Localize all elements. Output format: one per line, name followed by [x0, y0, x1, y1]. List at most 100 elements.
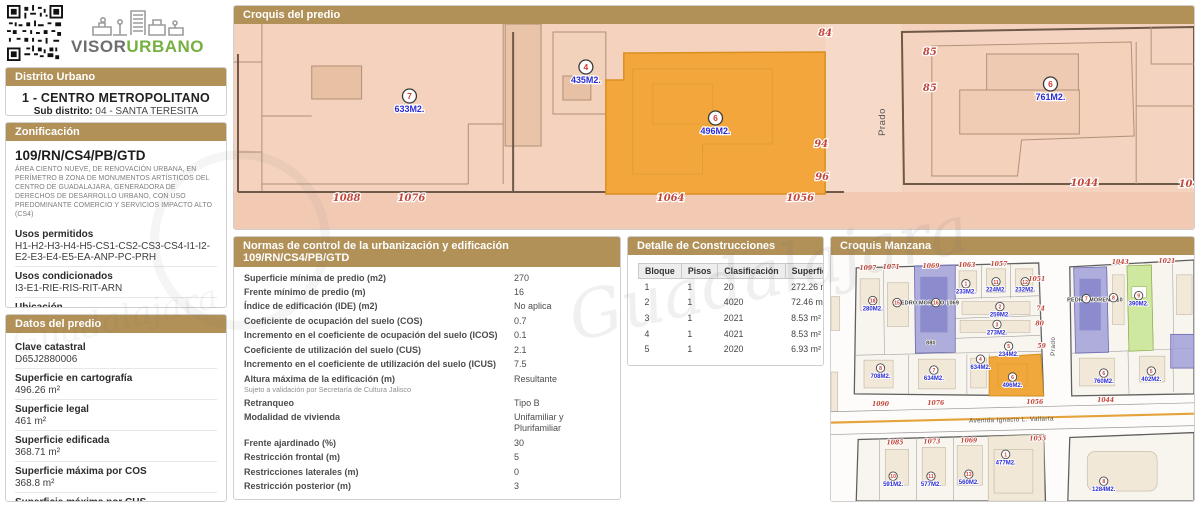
parcel-area: 760M2.: [1094, 378, 1114, 385]
norma-value: 0.7: [514, 316, 527, 327]
norma-label: Coeficiente de ocupación del suelo (COS): [244, 316, 514, 327]
cell-bloque: 1: [639, 279, 682, 295]
parcel-marker-8-right: 8: [1109, 293, 1117, 302]
norma-label: Frente mínimo de predio (m): [244, 287, 514, 298]
parcel-number: 9: [1137, 294, 1140, 300]
croquis-manzana-map: PEDRO MORENO 1069 PEDRO MORENO 10 880 Pr…: [831, 255, 1194, 501]
parcel-number: 4: [979, 357, 982, 363]
street-number: 59: [1037, 343, 1046, 350]
parcel-number: 12: [1022, 280, 1028, 286]
norma-label: Incremento en el coeficiente de ocupació…: [244, 330, 514, 341]
construcciones-header-row: Bloque Pisos Clasificación Superficie: [639, 264, 825, 279]
building-number-label: 880: [926, 340, 936, 346]
cell-bloque: 4: [639, 326, 682, 342]
street-number: 1043: [1112, 259, 1130, 266]
qr-code-icon: [7, 5, 63, 61]
parcel-area: 273M2.: [987, 329, 1007, 336]
street-address-label: PEDRO MORENO 1069: [897, 301, 959, 307]
dato-predio-item: Superficie máxima por COS 368.8 m²: [15, 461, 217, 492]
norma-value: 3: [514, 481, 519, 492]
norma-label: Incremento en el coeficiente de utilizac…: [244, 359, 514, 370]
dato-value: 368.71 m²: [15, 447, 217, 458]
table-row: 2 1 4020 72.46 m²: [639, 295, 825, 311]
parcel-number: 6: [1011, 375, 1014, 381]
croquis-predio-header: Croquis del predio: [234, 6, 1194, 24]
datos-predio-body: Clave catastral D65J2880006 Superficie e…: [6, 333, 226, 502]
street-number: 84: [818, 28, 832, 39]
parcel-number: 7: [407, 91, 412, 101]
street-number: 1056: [786, 193, 814, 204]
normas-panel: Normas de control de la urbanización y e…: [233, 236, 621, 500]
parcel-number: 16: [933, 301, 939, 307]
dato-value: 496.26 m²: [15, 385, 217, 396]
parcel-area: 591M2.: [883, 481, 903, 488]
dato-label: Superficie legal: [15, 404, 217, 415]
parcel-number: 3: [996, 322, 999, 328]
dato-label: Superficie máxima por CUS: [15, 497, 217, 502]
croquis-manzana-panel: Croquis Manzana: [830, 236, 1195, 502]
construcciones-panel: Detalle de Construcciones Bloque Pisos C…: [627, 236, 824, 366]
parcel-area: 233M2.: [956, 289, 976, 296]
zonificacion-body: 109/RN/CS4/PB/GTD ÁREA CIENTO NUEVE, DE …: [6, 141, 226, 308]
parcel-area: 435M2.: [571, 75, 601, 85]
subdistrito-label: Sub distrito:: [34, 106, 93, 116]
street-number: 1044: [1097, 397, 1114, 404]
visor-urbano-report: VISORURBANO Distrito Urbano 1 - CENTRO M…: [0, 0, 1200, 507]
norma-row: Modalidad de viviendaUnifamiliar y Pluri…: [234, 410, 620, 436]
parcel-area: 234M2.: [999, 351, 1019, 358]
dato-predio-item: Superficie en cartografía 496.26 m²: [15, 368, 217, 399]
parcel-number: 15: [894, 301, 900, 307]
parcel-marker-16: 16: [932, 298, 940, 307]
parcel-number: 1: [965, 282, 968, 288]
dato-value: D65J2880006: [15, 354, 217, 365]
norma-label: Frente ajardinado (%): [244, 438, 514, 449]
croquis-predio-panel: Croquis del predio: [233, 5, 1195, 230]
table-row: 1 1 20 272.26 m²: [639, 279, 825, 295]
street-number: 1076: [927, 400, 945, 407]
norma-row: Restricciones laterales (m)0: [234, 465, 620, 479]
zonificacion-descripcion: ÁREA CIENTO NUEVE, DE RENOVACIÓN URBANA,…: [15, 166, 217, 220]
cell-clasificacion: 20: [718, 279, 785, 295]
norma-value: Resultante: [514, 374, 557, 385]
street-number: 1055: [1029, 435, 1046, 442]
norma-row: Coeficiente de ocupación del suelo (COS)…: [234, 314, 620, 328]
street-number: 1064: [657, 193, 685, 204]
norma-value: 0: [514, 467, 519, 478]
table-row: 3 1 2021 8.53 m²: [639, 310, 825, 326]
logo-wordmark: VISORURBANO: [71, 38, 204, 55]
parcel-area: 402M2.: [1141, 376, 1161, 383]
parcel-marker-15: 15: [893, 298, 901, 307]
street-number: 80: [1035, 320, 1044, 327]
street-number: 1021: [1158, 258, 1175, 265]
subdistrito-value: 04 - SANTA TERESITA: [95, 106, 198, 116]
parcel-area: 634M2.: [970, 364, 990, 371]
street-number: 94: [814, 139, 828, 150]
dato-label: Superficie máxima por COS: [15, 466, 217, 477]
norma-label: Coeficiente de utilización del suelo (CU…: [244, 345, 514, 356]
norma-value: 7.5: [514, 359, 527, 370]
parcel-number: 1: [1004, 452, 1007, 458]
croquis-manzana-header: Croquis Manzana: [831, 237, 1194, 255]
parcel-number: 6: [1048, 79, 1053, 89]
parcel-area: 496M2.: [701, 126, 731, 136]
ubicacion-label: Ubicación: [15, 302, 217, 308]
norma-value: No aplica: [514, 301, 552, 312]
brand-row: VISORURBANO: [5, 5, 227, 61]
norma-label-wrap: Altura máxima de la edificación (m) Suje…: [244, 374, 514, 395]
norma-value: 30: [514, 438, 524, 449]
column-header: Clasificación: [718, 264, 785, 279]
distrito-card: Distrito Urbano 1 - CENTRO METROPOLITANO…: [5, 67, 227, 116]
parcel-area: 633M2.: [395, 104, 425, 114]
norma-row: RetranqueoTipo B: [234, 396, 620, 410]
table-row: 4 1 4021 8.53 m²: [639, 326, 825, 342]
parcel-number: 8: [1112, 296, 1115, 302]
usos-condicionados-label: Usos condicionados: [15, 271, 217, 282]
street-number: 1057: [990, 261, 1008, 268]
norma-row: Frente mínimo de predio (m)16: [234, 285, 620, 299]
dato-label: Superficie en cartografía: [15, 373, 217, 384]
parcel-number: 4: [584, 62, 589, 72]
cell-clasificacion: 4020: [718, 295, 785, 311]
usos-permitidos-field: Usos permitidos H1-H2-H3-H4-H5-CS1-CS2-C…: [15, 225, 217, 266]
norma-label: Restricciones laterales (m): [244, 467, 514, 478]
street-number: 1069: [922, 263, 940, 270]
